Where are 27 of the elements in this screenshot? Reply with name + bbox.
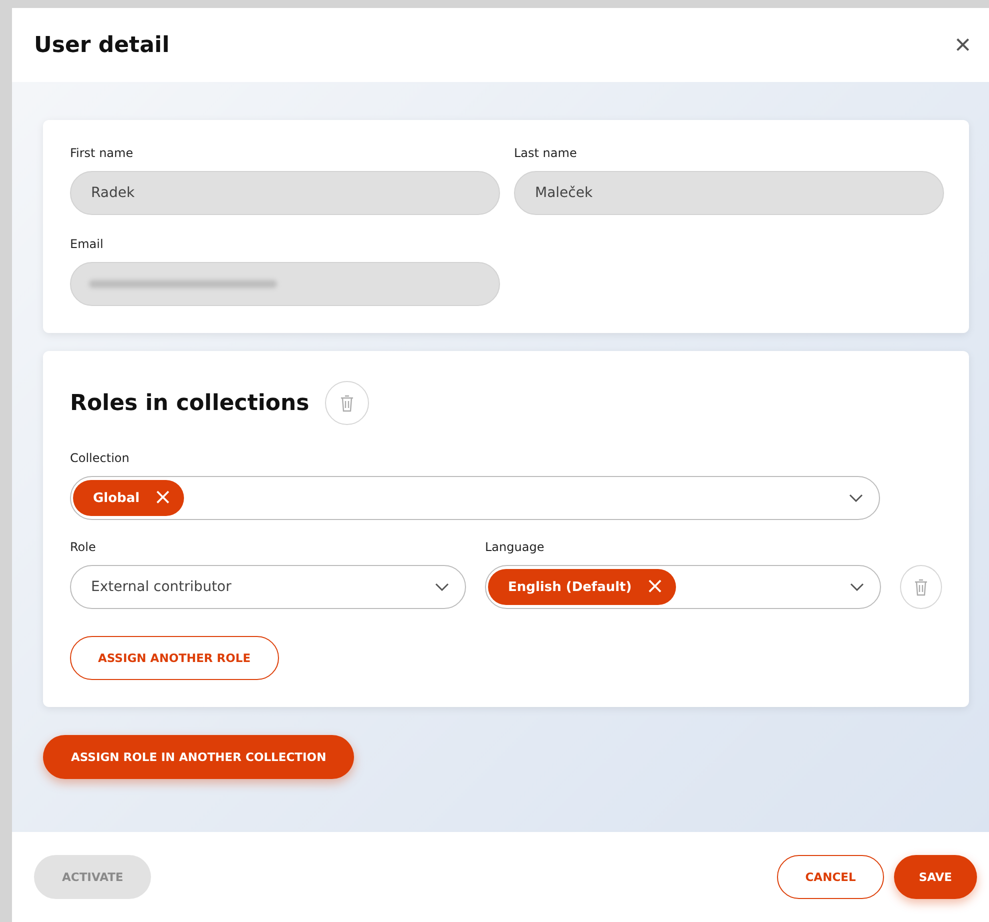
- assign-another-role-button[interactable]: ASSIGN ANOTHER ROLE: [70, 636, 279, 680]
- field-label: Language: [485, 540, 546, 554]
- chevron-down-icon: [849, 494, 863, 502]
- delete-button[interactable]: [900, 565, 942, 609]
- field-label: First name: [70, 146, 134, 160]
- collection-select[interactable]: Global ×: [70, 476, 880, 520]
- assign-collection-button[interactable]: ASSIGN ROLE IN ANOTHER COLLECTION: [43, 735, 354, 779]
- dialog-title: User detail: [34, 32, 170, 58]
- field-label: Collection: [70, 451, 130, 465]
- chevron-down-icon: [850, 583, 864, 591]
- remove-tag-button[interactable]: ×: [154, 487, 172, 509]
- trash-icon: [340, 394, 354, 412]
- trash-icon: [914, 578, 928, 596]
- delete-button[interactable]: [325, 381, 370, 425]
- tag-label: English (Default): [508, 580, 632, 594]
- save-button[interactable]: SAVE: [894, 855, 977, 899]
- field-label: Email: [70, 237, 104, 251]
- close-button[interactable]: ×: [950, 31, 975, 59]
- chevron-down-icon: [435, 583, 449, 591]
- field-label: Role: [70, 540, 97, 554]
- remove-tag-button[interactable]: ×: [646, 576, 664, 598]
- field-label: Last name: [514, 146, 578, 160]
- language-select[interactable]: English (Default) ×: [485, 565, 881, 609]
- cancel-button[interactable]: CANCEL: [777, 855, 884, 899]
- role-select[interactable]: External contributor: [70, 565, 466, 609]
- tag-label: Global: [93, 490, 140, 506]
- section-title: Roles in collections: [70, 390, 310, 416]
